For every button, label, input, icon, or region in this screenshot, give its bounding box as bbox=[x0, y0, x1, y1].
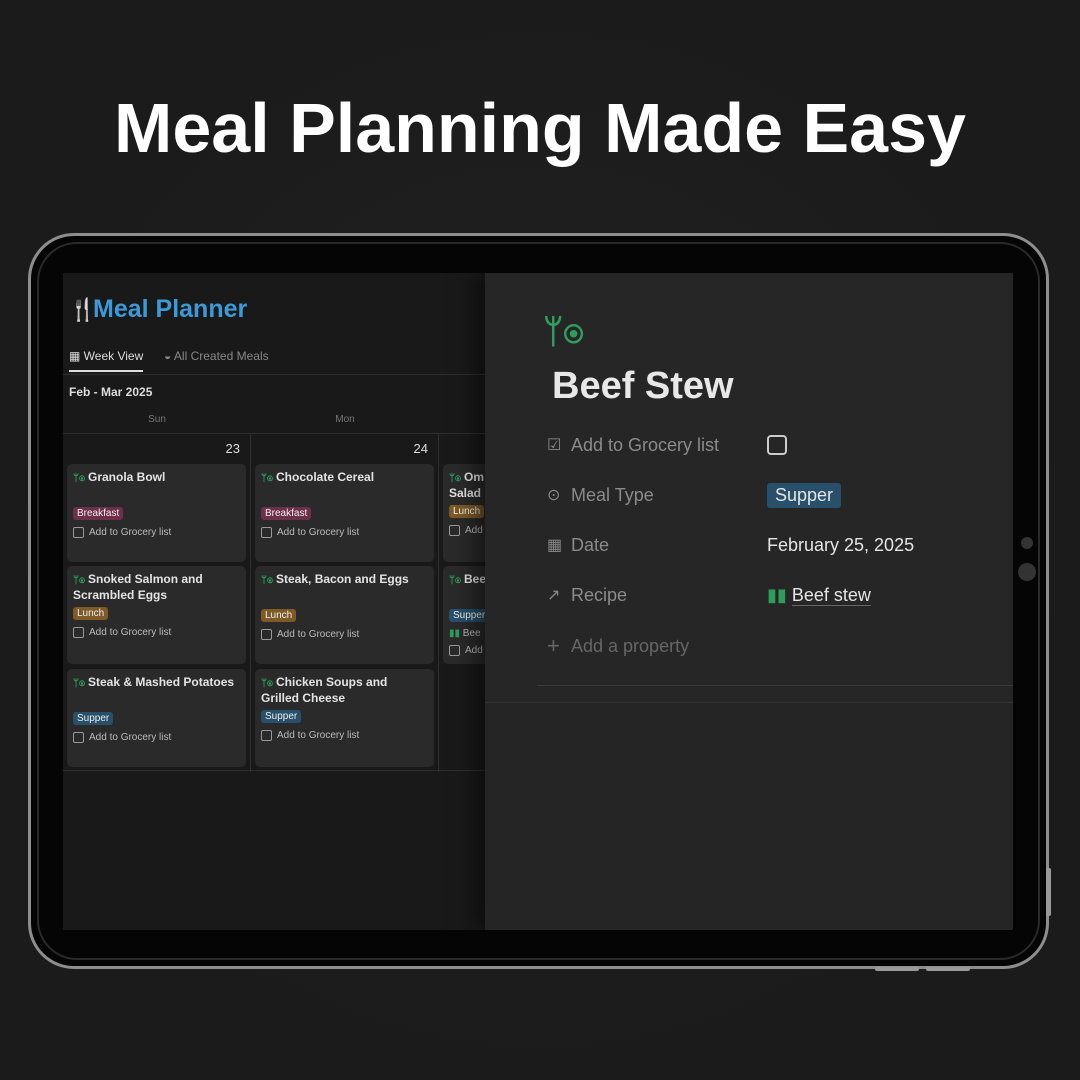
calendar-icon: ▦ bbox=[547, 537, 563, 554]
day-column: 23 ᛘ◉ Granola Bowl Breakfast Add to Grocery … bbox=[63, 434, 251, 772]
screen: 🍴 Meal Planner ▦ Week View ◒ All Created… bbox=[63, 273, 1013, 930]
bowl-icon: ◒ bbox=[164, 349, 174, 363]
fork-plate-icon: ᛘ◉ bbox=[73, 678, 85, 689]
meal-name: Bee bbox=[464, 572, 487, 586]
meal-name: Om bbox=[464, 470, 485, 484]
book-icon: ▮▮ bbox=[449, 628, 463, 639]
fork-plate-icon: ᛘ◉ bbox=[261, 678, 273, 689]
meal-name: Chocolate Cereal bbox=[276, 470, 375, 484]
meal-type-tag: Lunch bbox=[261, 609, 297, 622]
tab-all-created-meals[interactable]: ◒ All Created Meals bbox=[164, 349, 269, 363]
meal-type-tag: Lunch bbox=[449, 505, 485, 518]
checkbox[interactable] bbox=[261, 527, 272, 538]
meal-card[interactable]: ᛘ◉ Chicken Soups and Grilled Cheese Supper… bbox=[255, 669, 434, 767]
meal-card[interactable]: ᛘ◉ Granola Bowl Breakfast Add to Grocery li… bbox=[67, 464, 246, 562]
day-column: 24 ᛘ◉ Chocolate Cereal Breakfast Add to Groc… bbox=[251, 434, 439, 772]
meal-type-tag: Supper bbox=[73, 712, 114, 725]
meal-type-tag[interactable]: Supper bbox=[767, 482, 842, 508]
fork-plate-icon: ᛘ◉ bbox=[543, 313, 584, 351]
meal-type-tag: Supper bbox=[261, 710, 302, 723]
book-icon: ▮▮ bbox=[767, 584, 792, 605]
date-range: Feb - Mar 2025 bbox=[69, 385, 153, 399]
fork-plate-icon: ᛘ◉ bbox=[261, 473, 273, 484]
meal-type-tag: Supper bbox=[449, 609, 490, 622]
view-tabs: ▦ Week View ◒ All Created Meals bbox=[63, 343, 503, 375]
meal-planner-page: 🍴 Meal Planner ▦ Week View ◒ All Created… bbox=[63, 273, 627, 930]
day-of-week: Sun bbox=[148, 414, 166, 425]
checkbox[interactable] bbox=[261, 730, 272, 741]
checkbox[interactable] bbox=[73, 527, 84, 538]
meal-name: Snoked Salmon and Scrambled Eggs bbox=[73, 572, 203, 602]
meal-type-tag: Lunch bbox=[73, 607, 109, 620]
day-number: 23 bbox=[225, 441, 240, 456]
day-number: 24 bbox=[413, 441, 428, 456]
property-recipe[interactable]: ↗ Recipe ▮▮ Beef stew bbox=[547, 580, 987, 610]
checkbox[interactable] bbox=[449, 645, 460, 656]
plus-icon: + bbox=[547, 633, 560, 658]
checkbox-icon: ☑ bbox=[547, 437, 562, 454]
property-date[interactable]: ▦ Date February 25, 2025 bbox=[547, 530, 987, 560]
meal-title[interactable]: Beef Stew bbox=[552, 365, 734, 408]
fork-plate-icon: ᛘ◉ bbox=[449, 575, 461, 586]
date-value[interactable]: February 25, 2025 bbox=[767, 535, 914, 556]
add-property-button[interactable]: + Add a property bbox=[547, 631, 987, 661]
meal-name: Chicken Soups and Grilled Cheese bbox=[261, 675, 388, 705]
meal-card[interactable]: ᛘ◉ Chocolate Cereal Breakfast Add to Grocer… bbox=[255, 464, 434, 562]
meal-name: Granola Bowl bbox=[88, 470, 166, 484]
divider bbox=[537, 685, 1013, 686]
checkbox[interactable] bbox=[261, 629, 272, 640]
meal-type-tag: Breakfast bbox=[73, 507, 124, 520]
tab-week-view[interactable]: ▦ Week View bbox=[69, 349, 144, 372]
grocery-checkbox[interactable]: Add to Grocery list bbox=[73, 627, 240, 638]
property-grocery[interactable]: ☑ Add to Grocery list bbox=[547, 430, 987, 460]
meal-type-tag: Breakfast bbox=[261, 507, 312, 520]
recipe-link[interactable]: Beef stew bbox=[791, 584, 871, 606]
relation-arrow-icon: ↗ bbox=[547, 587, 561, 604]
headline: Meal Planning Made Easy bbox=[114, 89, 966, 167]
calendar-icon: ▦ bbox=[69, 349, 84, 363]
grocery-checkbox[interactable]: Add to Grocery list bbox=[261, 629, 428, 640]
property-meal-type[interactable]: ⊙ Meal Type Supper bbox=[547, 480, 987, 510]
day-of-week: Mon bbox=[335, 414, 355, 425]
meal-card[interactable]: ᛘ◉ Snoked Salmon and Scrambled Eggs Lunch A… bbox=[67, 566, 246, 664]
side-button bbox=[1046, 868, 1051, 916]
fork-plate-icon: ᛘ◉ bbox=[73, 575, 85, 586]
page-title: Meal Planner bbox=[93, 295, 248, 323]
volume-button bbox=[875, 967, 919, 971]
recipe-link[interactable]: Bee bbox=[463, 628, 481, 639]
grocery-checkbox[interactable]: Add to Grocery list bbox=[261, 730, 428, 741]
checkbox[interactable] bbox=[73, 627, 84, 638]
grocery-checkbox[interactable]: Add to Grocery list bbox=[261, 527, 428, 538]
checkbox[interactable] bbox=[73, 732, 84, 743]
fork-plate-icon: ᛘ◉ bbox=[261, 575, 273, 586]
select-icon: ⊙ bbox=[547, 487, 561, 504]
meal-name: Steak, Bacon and Eggs bbox=[276, 572, 409, 586]
meal-card[interactable]: ᛘ◉ Steak & Mashed Potatoes Supper Add to Gr… bbox=[67, 669, 246, 767]
grocery-checkbox[interactable]: Add to Grocery list bbox=[73, 527, 240, 538]
checkbox[interactable] bbox=[449, 525, 460, 536]
week-grid: 23 ᛘ◉ Granola Bowl Breakfast Add to Grocery … bbox=[63, 433, 627, 772]
meal-detail-panel: ᛘ◉ Beef Stew ☑ Add to Grocery list ⊙ Meal … bbox=[485, 273, 1013, 930]
volume-button bbox=[926, 967, 970, 971]
camera-dot bbox=[1021, 537, 1033, 549]
meal-card[interactable]: ᛘ◉ Steak, Bacon and Eggs Lunch Add to Groce… bbox=[255, 566, 434, 664]
camera-dot bbox=[1018, 563, 1036, 581]
meal-name: Steak & Mashed Potatoes bbox=[88, 675, 235, 689]
fork-plate-icon: ᛘ◉ bbox=[73, 473, 85, 484]
grocery-checkbox[interactable] bbox=[767, 435, 787, 455]
fork-plate-icon: ᛘ◉ bbox=[449, 473, 461, 484]
grocery-checkbox[interactable]: Add to Grocery list bbox=[73, 732, 240, 743]
